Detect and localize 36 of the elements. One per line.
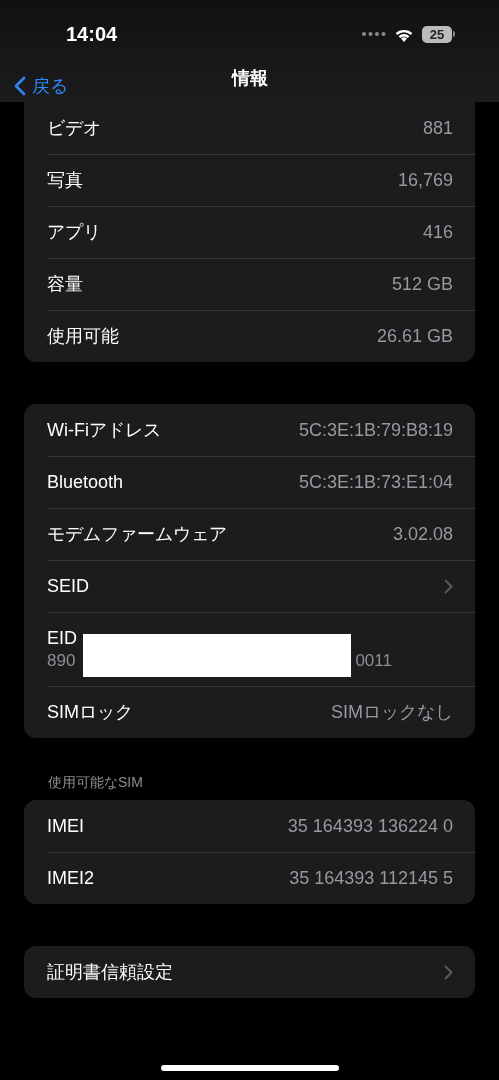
row-value: 881	[422, 117, 453, 139]
row-value: 890	[47, 650, 76, 671]
row-label: 写真	[47, 169, 83, 192]
row-value: 5C:3E:1B:79:B8:19	[298, 419, 453, 441]
chevron-icon	[444, 578, 453, 594]
row-value: SIMロックなし	[331, 701, 453, 724]
row-value: 16,769	[397, 169, 453, 191]
section-header: 使用可能なSIM	[48, 774, 143, 790]
row-value: 26.61 GB	[376, 325, 453, 347]
row-value: 0011	[355, 650, 392, 671]
chevron-icon	[444, 964, 453, 980]
back-button[interactable]: 戻る	[14, 74, 68, 98]
settings-row[interactable]: 証明書信頼設定	[24, 946, 475, 998]
status-time: 14:04	[66, 22, 118, 46]
row-label: EID	[47, 627, 77, 649]
row-label: IMEI2	[47, 867, 94, 889]
row-label: 容量	[47, 273, 83, 296]
row-value: 512 GB	[391, 273, 453, 295]
row-label: ビデオ	[47, 117, 101, 140]
row-label: アプリ	[47, 221, 101, 244]
row-value: 35 164393 136224 0	[287, 815, 453, 837]
settings-row[interactable]: SEID	[24, 560, 475, 612]
row-label: IMEI	[47, 815, 84, 837]
row-value: 35 164393 112145 5	[289, 867, 453, 889]
row-value: 5C:3E:1B:73:E1:04	[298, 471, 453, 493]
row-label: 使用可能	[47, 325, 119, 348]
row-value: 3.02.08	[392, 523, 453, 545]
row-label: Bluetooth	[47, 471, 124, 493]
row-label: Wi-Fiアドレス	[47, 419, 161, 442]
row-value: 416	[422, 221, 453, 243]
signal-icon	[362, 32, 386, 36]
battery-icon: 25	[422, 25, 455, 43]
nav-title: 情報	[231, 67, 268, 90]
back-chevron-icon	[14, 76, 26, 96]
row-label: SIMロック	[47, 701, 133, 724]
row-label: モデムファームウェア	[47, 523, 227, 546]
